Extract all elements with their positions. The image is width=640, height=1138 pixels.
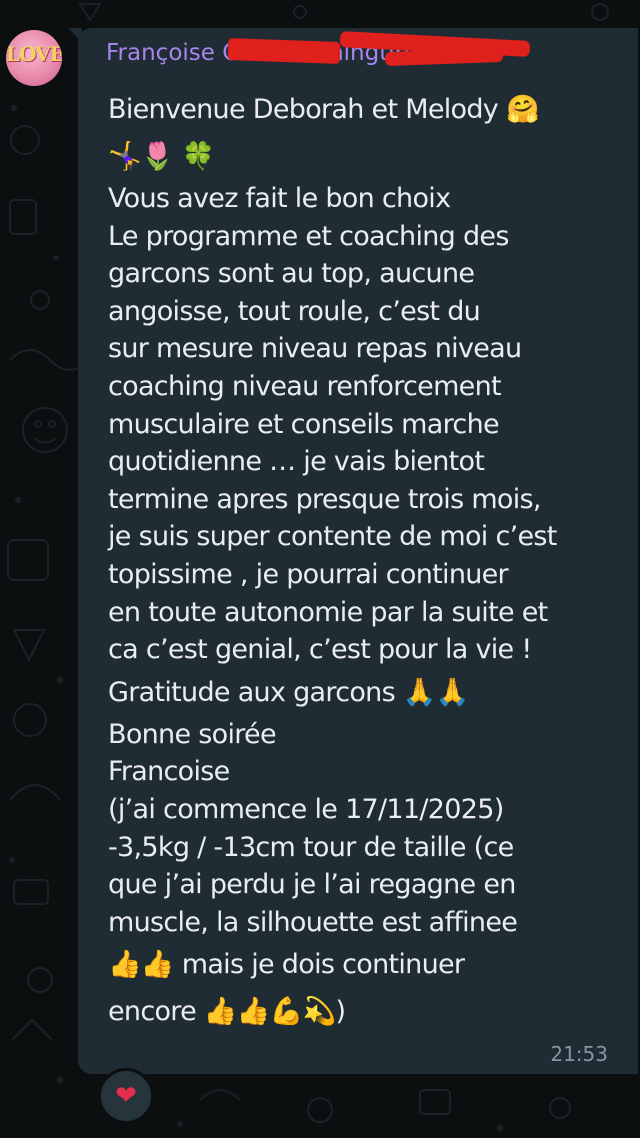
- message-line: muscle, la silhouette est affinee: [108, 906, 518, 938]
- message-line: Gratitude aux garcons 🙏🙏: [108, 676, 469, 708]
- message-line: 🤸‍♀️🌷 🍀: [108, 141, 215, 172]
- message-line: 👍👍 mais je dois continuer: [108, 949, 465, 981]
- avatar-label: LOVE: [6, 42, 62, 66]
- message-line: sur mesure niveau repas niveau: [108, 333, 522, 365]
- sender-avatar[interactable]: LOVE: [6, 30, 62, 86]
- message-line: je suis super contente de moi c’est: [108, 521, 557, 553]
- redaction-mark: [227, 38, 341, 64]
- message-line: musculaire et conseils marche: [108, 408, 500, 440]
- reaction-badge[interactable]: ❤: [98, 1068, 154, 1124]
- message-line: garcons sont au top, aucune: [108, 258, 475, 290]
- message-text: Bienvenue Deborah et Melody 🤗 🤸‍♀️🌷 🍀 Vo…: [108, 86, 618, 1035]
- message-line: Francoise: [108, 756, 230, 788]
- message-line: Bienvenue Deborah et Melody 🤗: [108, 94, 540, 125]
- message-line: Bonne soirée: [108, 718, 277, 750]
- message-line: Vous avez fait le bon choix: [108, 183, 451, 214]
- message-line: que j’ai perdu je l’ai regagne en: [108, 869, 516, 901]
- message-line: ca c’est genial, c’est pour la vie !: [108, 634, 532, 666]
- message-line: topissime , je pourrai continuer: [108, 558, 509, 590]
- message-line: encore 👍👍💪💫): [108, 996, 346, 1028]
- message-line: en toute autonomie par la suite et: [108, 596, 548, 628]
- message-line: angoisse, tout roule, c’est du: [108, 295, 481, 327]
- message-line: termine apres presque trois mois,: [108, 483, 541, 515]
- message-timestamp: 21:53: [550, 1042, 608, 1066]
- message-line: (j’ai commence le 17/11/2025): [108, 793, 504, 825]
- message-line: Le programme et coaching des: [108, 220, 509, 252]
- red-heart-icon: ❤: [115, 1081, 137, 1111]
- message-line: -3,5kg / -13cm tour de taille (ce: [108, 831, 514, 863]
- message-line: quotidienne … je vais bientot: [108, 446, 485, 478]
- message-line: coaching niveau renforcement: [108, 370, 502, 402]
